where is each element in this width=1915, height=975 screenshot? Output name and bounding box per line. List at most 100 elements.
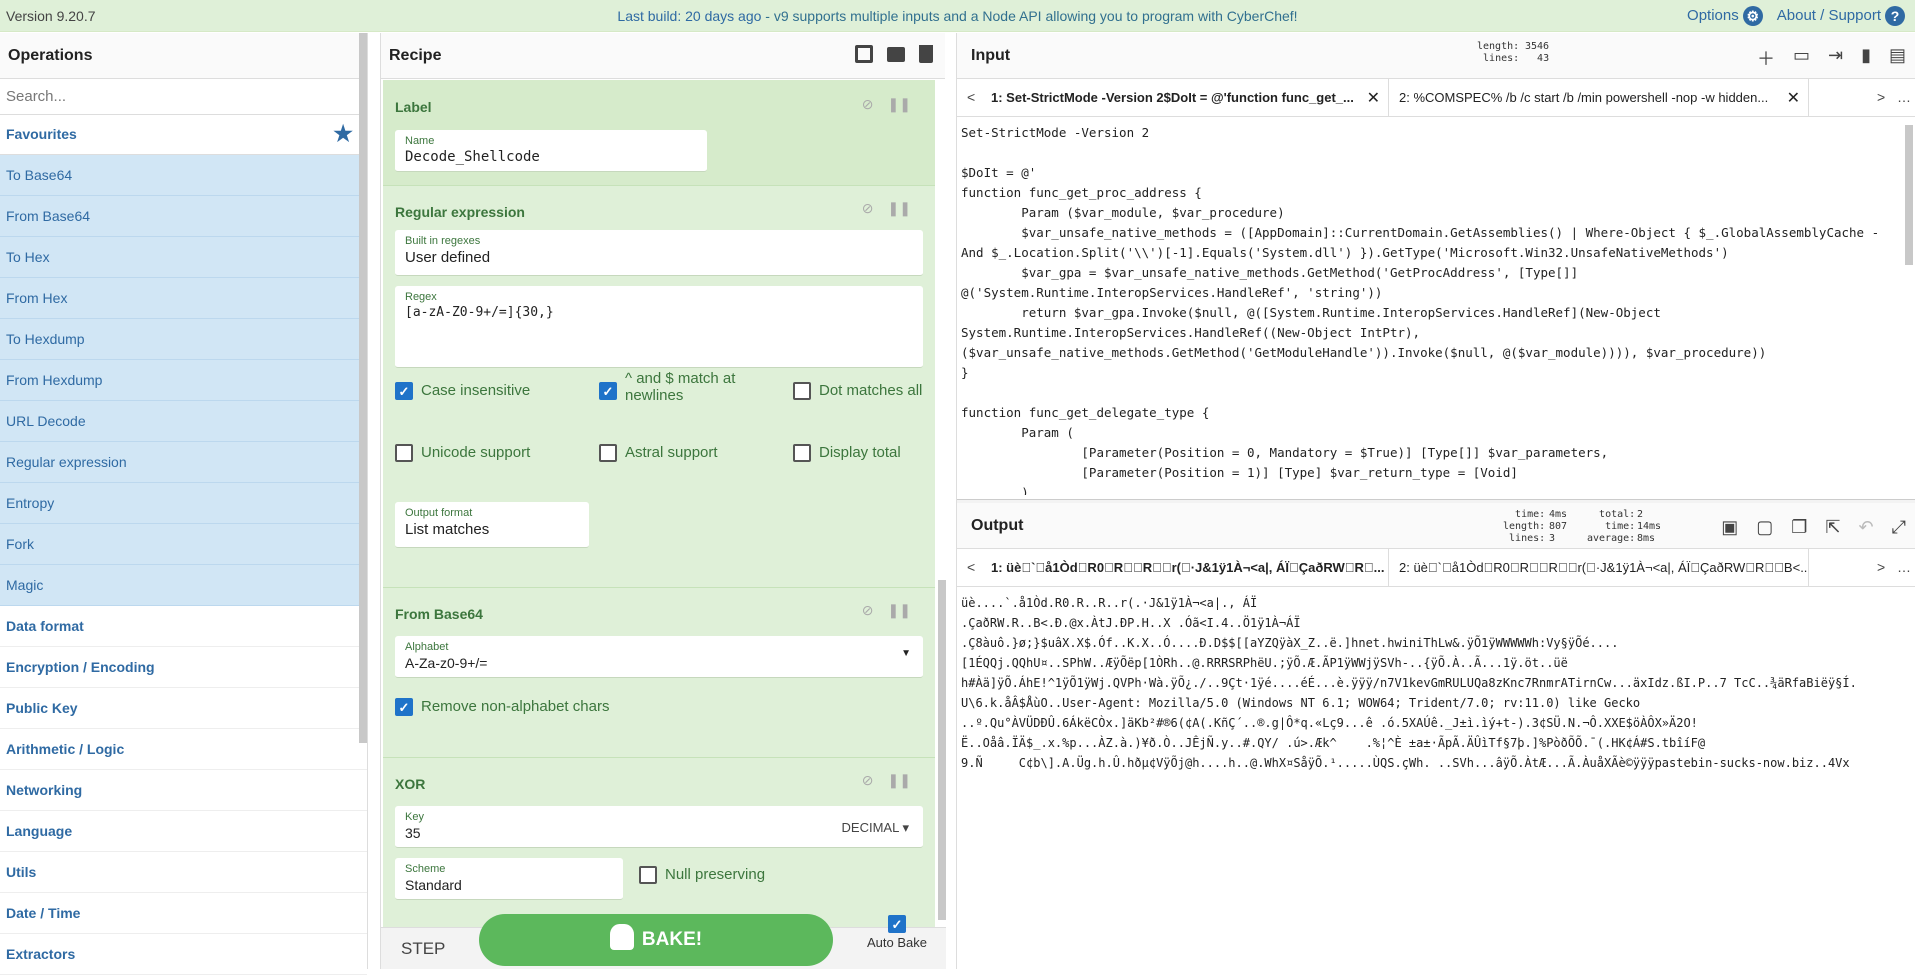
input-tab-2[interactable]: 2: %COMSPEC% /b /c start /b /min powersh… [1389, 79, 1809, 116]
tab-next-icon[interactable]: > [1877, 559, 1885, 575]
input-tab-1[interactable]: 1: Set-StrictMode -Version 2$DoIt = @'fu… [981, 79, 1389, 116]
output-text[interactable]: üè....`.å1Òd.R0.R..R..r(.·J&1ÿ1À¬<a|., Á… [961, 593, 1911, 813]
open-folder-icon[interactable]: ▭ [1793, 45, 1810, 71]
operation-item[interactable]: Fork [0, 524, 367, 565]
checkbox-icon[interactable] [599, 444, 617, 462]
display-total-checkbox[interactable]: Display total [793, 444, 901, 462]
replace-input-icon[interactable]: ⇱ [1825, 517, 1840, 538]
builtin-regex-select[interactable]: Built in regexes User defined [395, 230, 923, 276]
tab-prev-icon[interactable]: < [967, 89, 975, 105]
regex-operation[interactable]: Regular expression ⊘ ❚❚ Built in regexes … [383, 186, 935, 588]
dot-all-checkbox[interactable]: Dot matches all [793, 382, 922, 400]
operation-item[interactable]: Regular expression [0, 442, 367, 483]
output-tab-2[interactable]: 2: üè ` å1Òd R0 R  R  r( ·J&1ÿ1À¬<a|, ÁÏ… [1389, 549, 1809, 586]
multiline-checkbox[interactable]: ✓ ^ and $ match at newlines [599, 370, 735, 404]
operation-item[interactable]: To Hex [0, 237, 367, 278]
disable-icon[interactable]: ⊘ [862, 96, 874, 113]
operation-item[interactable]: From Hex [0, 278, 367, 319]
tab-next-icon[interactable]: > [1877, 89, 1885, 105]
xor-key-field[interactable]: Key 35 DECIMAL ▾ [395, 806, 923, 848]
input-text[interactable]: Set-StrictMode -Version 2 $DoIt = @' fun… [961, 123, 1901, 495]
key-format-dropdown[interactable]: DECIMAL ▾ [842, 820, 909, 836]
output-tab-1[interactable]: 1: üè ` å1Òd R0 R  R  r( ·J&1ÿ1À¬<a|, ÁÏ… [981, 549, 1389, 586]
operation-category[interactable]: Networking [0, 770, 367, 811]
pause-icon[interactable]: ❚❚ [888, 602, 911, 619]
operation-item[interactable]: Entropy [0, 483, 367, 524]
operation-item[interactable]: From Hexdump [0, 360, 367, 401]
label-name-field[interactable]: Name Decode_Shellcode [395, 130, 707, 172]
pause-icon[interactable]: ❚❚ [888, 772, 911, 789]
checkbox-icon[interactable] [395, 444, 413, 462]
tab-menu-icon[interactable]: … [1897, 89, 1911, 105]
operation-category[interactable]: Public Key [0, 688, 367, 729]
operation-item[interactable]: To Base64 [0, 155, 367, 196]
close-icon[interactable]: ✕ [1367, 88, 1380, 108]
check-icon[interactable]: ✓ [395, 698, 413, 716]
null-preserving-checkbox[interactable]: Null preserving [639, 866, 765, 884]
operation-category[interactable]: Utils [0, 852, 367, 893]
maximise-icon[interactable]: ⤢ [1892, 517, 1906, 538]
alphabet-select[interactable]: Alphabet A-Za-z0-9+/= ▼ [395, 636, 923, 678]
check-icon[interactable]: ✓ [395, 382, 413, 400]
disable-icon[interactable]: ⊘ [862, 200, 874, 217]
check-icon[interactable]: ✓ [888, 915, 906, 933]
output-format-select[interactable]: Output format List matches [395, 502, 589, 548]
undo-icon[interactable]: ↶ [1859, 517, 1874, 538]
save-output-icon[interactable]: ▣ [1721, 517, 1738, 538]
tab-menu-icon[interactable]: … [1897, 559, 1911, 575]
disable-icon[interactable]: ⊘ [862, 602, 874, 619]
about-support-button[interactable]: About / Support? [1777, 6, 1905, 26]
open-file-icon[interactable]: ⇥ [1828, 45, 1843, 71]
regex-field[interactable]: Regex [a-zA-Z0-9+/=]{30,} [395, 286, 923, 368]
clear-recipe-icon[interactable] [919, 45, 933, 63]
operation-item[interactable]: URL Decode [0, 401, 367, 442]
disable-icon[interactable]: ⊘ [862, 772, 874, 789]
remove-non-alphabet-checkbox[interactable]: ✓ Remove non-alphabet chars [395, 698, 609, 716]
bake-button[interactable]: BAKE! [479, 914, 833, 966]
step-button[interactable]: STEP [401, 939, 445, 959]
operation-item[interactable]: From Base64 [0, 196, 367, 237]
favourites-category[interactable]: Favourites ★ [0, 115, 367, 155]
check-icon[interactable]: ✓ [599, 382, 617, 400]
load-recipe-icon[interactable] [887, 47, 905, 62]
last-build-link[interactable]: Last build: 20 days ago [617, 8, 761, 24]
operation-category[interactable]: Date / Time [0, 893, 367, 934]
operation-item[interactable]: To Hexdump [0, 319, 367, 360]
add-tab-icon[interactable]: ＋ [1757, 45, 1775, 71]
xor-operation[interactable]: XOR ⊘ ❚❚ Key 35 DECIMAL ▾ Scheme Standard… [383, 758, 935, 927]
checkbox-icon[interactable] [639, 866, 657, 884]
dropdown-caret-icon[interactable]: ▼ [901, 648, 911, 659]
clear-input-icon[interactable]: ▮ [1861, 45, 1871, 71]
pause-icon[interactable]: ❚❚ [888, 96, 911, 113]
operation-category[interactable]: Encryption / Encoding [0, 647, 367, 688]
scheme-select[interactable]: Scheme Standard [395, 858, 623, 900]
checkbox-icon[interactable] [793, 444, 811, 462]
close-icon[interactable]: ✕ [1787, 88, 1800, 108]
star-icon[interactable]: ★ [333, 121, 353, 147]
name-label: Name [405, 135, 435, 147]
operation-category[interactable]: Arithmetic / Logic [0, 729, 367, 770]
auto-bake-toggle[interactable]: ✓ Auto Bake [867, 915, 927, 950]
checkbox-icon[interactable] [793, 382, 811, 400]
copy-icon[interactable]: ❐ [1791, 517, 1807, 538]
key-format-label: DECIMAL [841, 820, 899, 835]
operation-category[interactable]: Data format [0, 606, 367, 647]
unicode-checkbox[interactable]: Unicode support [395, 444, 530, 462]
build-notice: Last build: 20 days ago - v9 supports mu… [0, 8, 1915, 24]
search-input[interactable]: Search... [0, 79, 367, 115]
operation-category[interactable]: Language [0, 811, 367, 852]
case-insensitive-checkbox[interactable]: ✓ Case insensitive [395, 382, 530, 400]
from-base64-operation[interactable]: From Base64 ⊘ ❚❚ Alphabet A-Za-z0-9+/= ▼ … [383, 588, 935, 758]
operation-item[interactable]: Magic [0, 565, 367, 606]
operations-scrollbar[interactable] [359, 33, 367, 743]
tab-prev-icon[interactable]: < [967, 559, 975, 575]
save-icon[interactable]: ▢ [1756, 517, 1773, 538]
recipe-scrollbar[interactable] [938, 580, 946, 920]
astral-checkbox[interactable]: Astral support [599, 444, 718, 462]
pause-icon[interactable]: ❚❚ [888, 200, 911, 217]
save-recipe-icon[interactable] [855, 45, 873, 63]
input-scrollbar[interactable] [1905, 125, 1913, 265]
layout-icon[interactable]: ▤ [1889, 45, 1906, 71]
label-operation[interactable]: Label ⊘ ❚❚ Name Decode_Shellcode [383, 80, 935, 186]
options-button[interactable]: Options ⚙ [1687, 6, 1763, 26]
